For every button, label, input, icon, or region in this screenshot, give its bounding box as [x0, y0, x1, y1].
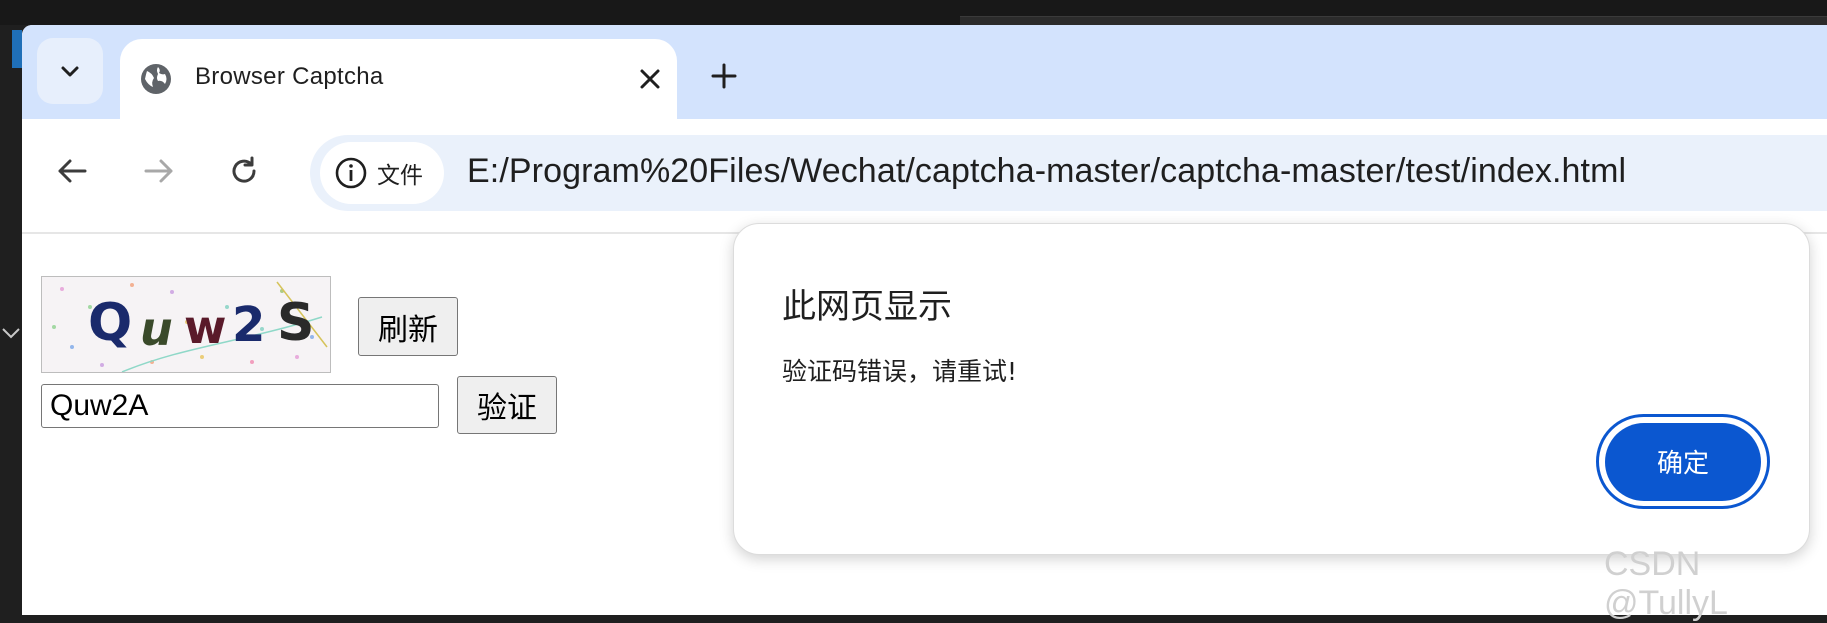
dialog-title: 此网页显示 [782, 287, 952, 327]
watermark: CSDN @TullyL [1604, 545, 1728, 622]
chevron-down-icon [61, 66, 79, 77]
reload-button[interactable] [224, 151, 264, 191]
new-tab-button[interactable] [704, 56, 744, 96]
back-button[interactable] [52, 151, 92, 191]
close-icon [640, 69, 660, 89]
plus-icon [711, 63, 737, 89]
arrow-left-icon [58, 159, 87, 183]
ok-button-label: 确定 [1605, 422, 1761, 501]
captcha-image: Q u w 2 S [41, 276, 331, 373]
browser-toolbar: 文件 E:/Program%20Files/Wechat/captcha-mas… [22, 119, 1827, 234]
arrow-right-icon [144, 159, 173, 183]
ok-button[interactable]: 确定 [1596, 414, 1770, 509]
tab-strip: Browser Captcha [22, 25, 1827, 133]
alert-dialog: 此网页显示 验证码错误，请重试! 确定 [733, 223, 1810, 555]
svg-text:S: S [277, 293, 314, 353]
verify-button[interactable]: 验证 [457, 376, 557, 434]
tab-close-button[interactable] [634, 63, 666, 95]
globe-icon [141, 64, 171, 94]
captcha-input[interactable]: Quw2A [41, 384, 439, 428]
url-text[interactable]: E:/Program%20Files/Wechat/captcha-master… [467, 152, 1626, 191]
info-icon [335, 157, 367, 189]
svg-text:Q: Q [88, 293, 132, 353]
desktop-app-sliver [12, 30, 22, 68]
reload-icon [232, 156, 256, 183]
refresh-button[interactable]: 刷新 [358, 297, 458, 356]
site-chip-label: 文件 [377, 162, 423, 188]
forward-button[interactable] [139, 151, 179, 191]
svg-text:u: u [140, 302, 173, 356]
dialog-message: 验证码错误，请重试! [782, 357, 1018, 386]
tab-search-button[interactable] [37, 38, 103, 104]
address-bar[interactable]: 文件 E:/Program%20Files/Wechat/captcha-mas… [310, 135, 1827, 211]
svg-text:w: w [184, 300, 227, 354]
svg-text:2: 2 [232, 297, 265, 353]
site-info-chip[interactable]: 文件 [320, 142, 444, 204]
chevron-down-icon [0, 322, 22, 344]
tab-title: Browser Captcha [195, 63, 384, 90]
